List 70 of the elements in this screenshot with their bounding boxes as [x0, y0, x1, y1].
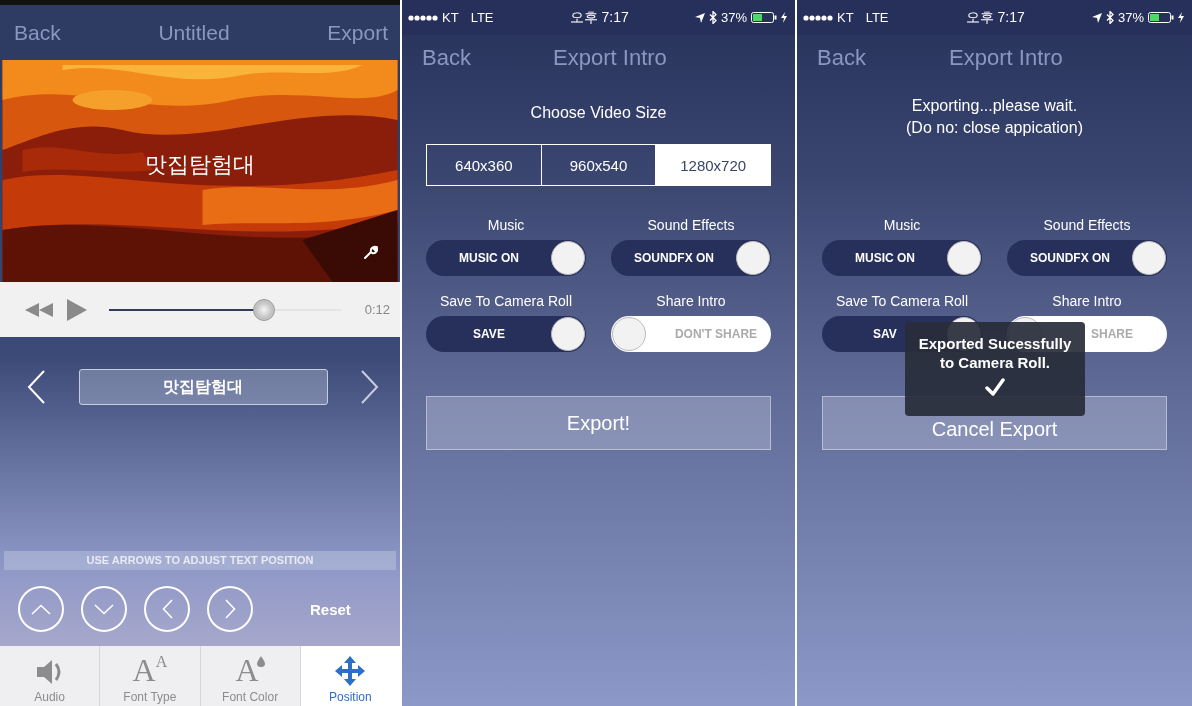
chevron-down-icon [94, 603, 114, 615]
toggle-label: Music [487, 216, 525, 235]
toggle-switch[interactable]: SOUNDFX ON [611, 240, 771, 276]
time-label: 0:12 [364, 302, 390, 317]
clock-label: 오후 7:17 [569, 8, 629, 27]
title-caption: 맛집탐험대 [144, 151, 256, 179]
toggle-label: Share Intro [656, 292, 726, 311]
toggle-switch[interactable]: DON'T SHARE [611, 316, 771, 352]
arrow-right-button[interactable] [207, 586, 253, 632]
tab[interactable]: Position [300, 646, 400, 706]
bluetooth-icon [708, 11, 717, 24]
battery-label: 37% [720, 10, 747, 25]
screen-title: Export Intro [949, 44, 1063, 71]
network-label: LTE [865, 10, 889, 25]
reset-button[interactable]: Reset [308, 598, 353, 620]
tab[interactable]: A$^{A}$ Font Type [100, 646, 201, 706]
chevron-left-icon [161, 599, 173, 619]
location-arrow-icon [1091, 12, 1102, 23]
carrier-label: KT [442, 10, 459, 25]
toggle-label: Music [883, 216, 921, 235]
battery-label: 37% [1117, 10, 1144, 25]
title-field[interactable]: 맛집탐험대 [78, 369, 328, 405]
charging-bolt-icon [1178, 12, 1184, 23]
chevron-left-icon[interactable] [26, 369, 46, 405]
toggle-switch[interactable]: SOUNDFX ON [1007, 240, 1167, 276]
chevron-up-icon [31, 603, 51, 615]
toggle-label: Share Intro [1052, 292, 1122, 311]
location-arrow-icon [694, 12, 705, 23]
screen-title: Export Intro [553, 44, 667, 71]
export-button[interactable]: Export [327, 20, 388, 45]
signal-icon [803, 14, 833, 21]
wrench-icon[interactable] [362, 244, 378, 260]
network-label: LTE [470, 10, 494, 25]
tab[interactable]: Audio [0, 646, 101, 706]
arrow-up-button[interactable] [18, 586, 64, 632]
heading-text: Choose Video Size [530, 103, 667, 123]
back-button[interactable]: Back [422, 44, 471, 71]
tab[interactable]: A Font Color [200, 646, 301, 706]
battery-icon [751, 12, 777, 23]
chevron-right-icon [224, 599, 236, 619]
back-button[interactable]: Back [817, 44, 866, 71]
arrow-down-button[interactable] [81, 586, 127, 632]
export-button[interactable]: Export! [426, 396, 771, 450]
checkmark-icon [985, 378, 1005, 396]
toggle-label: Save To Camera Roll [836, 292, 968, 311]
move-arrows-icon [335, 656, 366, 686]
toggle-switch[interactable]: MUSIC ON [822, 240, 982, 276]
charging-bolt-icon [781, 12, 787, 23]
screen-title: Untitled [158, 20, 230, 45]
arrow-left-button[interactable] [144, 586, 190, 632]
rewind-icon[interactable] [25, 302, 53, 317]
size-option[interactable]: 1280x720 [656, 145, 770, 185]
toggle-label: Sound Effects [647, 216, 735, 235]
chevron-right-icon[interactable] [360, 369, 380, 405]
toggle-label: Save To Camera Roll [440, 292, 572, 311]
signal-icon [408, 14, 438, 21]
back-button[interactable]: Back [14, 20, 61, 45]
toggle-label: Sound Effects [1043, 216, 1131, 235]
seek-thumb[interactable] [253, 298, 276, 321]
bluetooth-icon [1105, 11, 1114, 24]
battery-icon [1148, 12, 1174, 23]
play-icon[interactable] [67, 298, 87, 321]
carrier-label: KT [837, 10, 854, 25]
hint-text: USE ARROWS TO ADJUST TEXT POSITION [4, 551, 396, 570]
clock-label: 오후 7:17 [965, 8, 1025, 27]
heading-text: Exporting...please wait. (Do no: close appication) [906, 96, 1083, 138]
font-size-icon: A$^{A}$ [132, 654, 168, 686]
toggle-switch[interactable]: MUSIC ON [426, 240, 586, 276]
toggle-switch[interactable]: SAVE [426, 316, 586, 352]
size-option[interactable]: 640x360 [427, 145, 542, 185]
